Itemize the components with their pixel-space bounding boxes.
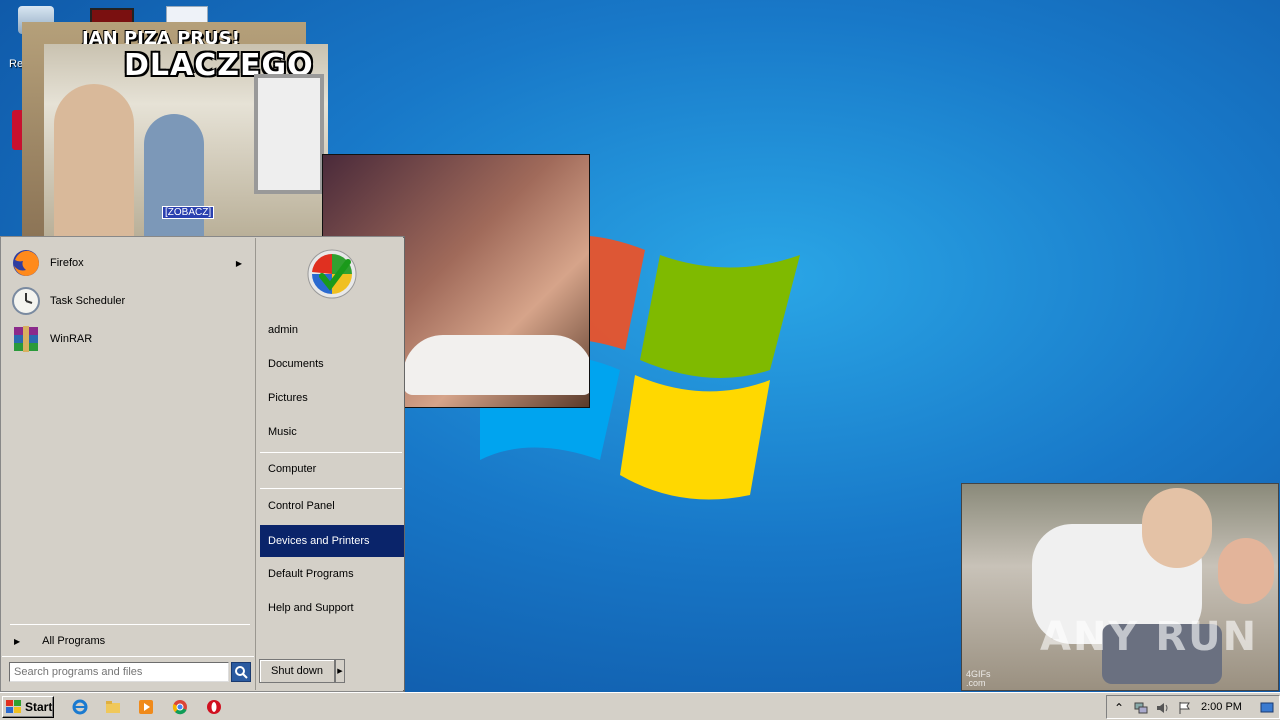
program-label: WinRAR: [50, 333, 93, 345]
place-pictures[interactable]: Pictures: [260, 382, 404, 414]
winrar-icon: [10, 323, 42, 355]
taskbar: Start ⌃ 2:00 PM: [0, 692, 1280, 720]
gif-site-label: 4GIFs .com: [966, 669, 991, 688]
chrome-icon[interactable]: [171, 698, 189, 716]
meme-person-girl: [54, 84, 134, 244]
search-button[interactable]: [231, 662, 251, 682]
meme-popup-front[interactable]: DLACZEGO [ZOBACZ]: [44, 44, 328, 244]
clock[interactable]: 2:00 PM: [1201, 701, 1242, 713]
system-tray: ⌃ 2:00 PM: [1106, 695, 1280, 719]
start-search-input[interactable]: [9, 662, 229, 682]
search-separator: [2, 656, 254, 657]
start-button[interactable]: Start: [2, 696, 54, 718]
all-programs-item[interactable]: ▶ All Programs: [10, 630, 250, 652]
place-help-and-support[interactable]: Help and Support: [260, 592, 404, 624]
user-picture-icon[interactable]: [306, 248, 358, 300]
firefox-icon: [10, 247, 42, 279]
place-computer[interactable]: Computer: [260, 453, 404, 485]
all-programs-label: All Programs: [42, 635, 106, 647]
search-icon: [235, 666, 248, 679]
start-menu-places-pane: admin Documents Pictures Music Computer …: [255, 238, 404, 690]
volume-icon[interactable]: [1155, 700, 1171, 716]
meme-monitor: [254, 74, 324, 194]
media-player-icon[interactable]: [137, 698, 155, 716]
network-icon[interactable]: [1133, 700, 1149, 716]
start-menu: Firefox ▶ Task Scheduler WinRAR ▶ All Pr…: [0, 236, 405, 692]
start-menu-programs-pane: Firefox ▶ Task Scheduler WinRAR ▶ All Pr…: [2, 238, 254, 690]
shutdown-button[interactable]: Shut down: [259, 659, 335, 683]
show-hidden-icons-chevron[interactable]: ⌃: [1111, 700, 1127, 716]
show-desktop-icon[interactable]: [1259, 700, 1275, 716]
place-admin[interactable]: admin: [260, 314, 404, 346]
all-programs-arrow-icon: ▶: [14, 636, 21, 646]
place-music[interactable]: Music: [260, 416, 404, 448]
program-winrar[interactable]: WinRAR: [10, 322, 250, 356]
program-task-scheduler[interactable]: Task Scheduler: [10, 284, 250, 318]
windows-flag-icon: [6, 700, 21, 713]
programs-separator: [10, 624, 250, 625]
program-label: Firefox: [50, 257, 84, 269]
gif-popup[interactable]: ANY RUN 4GIFs .com: [961, 483, 1279, 691]
place-documents[interactable]: Documents: [260, 348, 404, 380]
clock-icon: [10, 285, 42, 317]
submenu-arrow-icon: ▶: [235, 258, 242, 268]
flag-icon[interactable]: [1177, 700, 1193, 716]
video-popup-figure: [403, 335, 589, 395]
recycle-bin-label: Re: [9, 58, 24, 70]
place-control-panel[interactable]: Control Panel: [260, 490, 404, 522]
opera-icon[interactable]: [205, 698, 223, 716]
gif-pasted-face: [1218, 538, 1274, 604]
anyrun-watermark: ANY RUN: [1040, 614, 1259, 660]
meme-person-boy: [144, 114, 204, 244]
ie-icon[interactable]: [71, 698, 89, 716]
program-firefox[interactable]: Firefox ▶: [10, 246, 250, 280]
shutdown-options-button[interactable]: ▶: [335, 659, 345, 683]
places-separator-2: [260, 488, 402, 489]
gif-person-head: [1142, 488, 1212, 568]
meme-zobacz-tag[interactable]: [ZOBACZ]: [162, 206, 215, 219]
start-label: Start: [25, 700, 53, 714]
folder-icon[interactable]: [104, 698, 122, 716]
program-label: Task Scheduler: [50, 295, 126, 307]
place-default-programs[interactable]: Default Programs: [260, 558, 404, 590]
place-devices-and-printers[interactable]: Devices and Printers: [260, 525, 404, 557]
